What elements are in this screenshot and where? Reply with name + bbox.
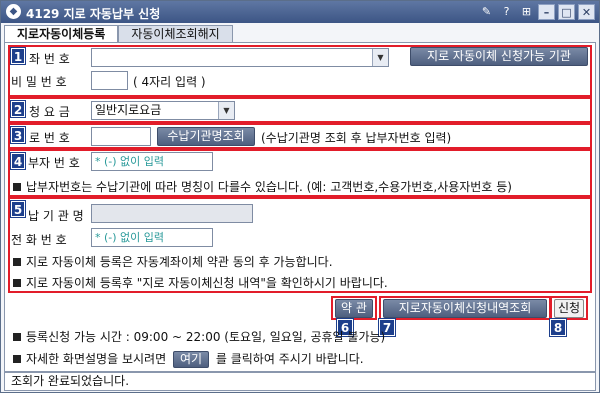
giro-number-input[interactable] — [91, 127, 151, 146]
submit-button[interactable]: 신청 — [554, 299, 584, 318]
payer-number-label: 부자 번 호 — [28, 156, 80, 170]
app-logo-icon: ◆ — [6, 4, 21, 19]
chevron-down-icon[interactable]: ▼ — [372, 49, 388, 66]
bullet-icon — [13, 333, 21, 341]
tab-giro-register[interactable]: 지로자동이체등록 — [4, 25, 119, 43]
history-inquiry-button[interactable]: 지로자동이체신청내역조회 — [383, 299, 547, 318]
window-title: 4129 지로 자동납부 신청 — [26, 7, 161, 21]
terms-consent-note: 지로 자동이체 등록은 자동계좌이체 약관 동의 후 가능합니다. — [13, 253, 333, 270]
window-controls: ✎ ? ⊞ – □ ✕ — [478, 4, 595, 20]
bullet-icon — [13, 355, 21, 363]
agency-name-label: 납 기 관 명 — [28, 209, 84, 223]
payer-number-input[interactable]: * (-) 없이 입력 — [91, 152, 213, 171]
chevron-down-icon[interactable]: ▼ — [218, 102, 234, 119]
password-input[interactable] — [91, 71, 128, 90]
hours-note: 등록신청 가능 시간 : 09:00 ~ 22:00 (토요일, 일요일, 공휴… — [13, 328, 385, 345]
history-check-note: 지로 자동이체 등록후 "지로 자동이체신청 내역"을 확인하시기 바랍니다. — [13, 274, 388, 291]
section-4-number: 4 — [10, 152, 26, 170]
section-3-number: 3 — [10, 126, 26, 144]
phone-number-label: 전 화 번 호 — [11, 233, 67, 247]
bullet-icon — [13, 279, 21, 287]
help-note: 자세한 화면설명을 보시려면 여기 를 클릭하여 주시기 바랍니다. — [13, 350, 364, 368]
form-panel: 1 좌 번 호 ▼ 지로 자동이체 신청가능 기관 비 밀 번 호 ( 4자리 … — [4, 42, 596, 372]
billing-type-label: 청 요 금 — [29, 105, 70, 119]
account-number-label: 좌 번 호 — [29, 52, 70, 66]
terms-button[interactable]: 약 관 — [335, 299, 373, 318]
bullet-icon — [13, 258, 21, 266]
tab-bar: 지로자동이체등록 자동이체조회해지 — [4, 25, 233, 43]
title-bar: ◆ 4129 지로 자동납부 신청 ✎ ? ⊞ – □ ✕ — [1, 1, 599, 23]
agency-name-input — [91, 204, 253, 223]
payer-number-note: 납부자번호는 수납기관에 따라 명칭이 다를수 있습니다. (예: 고객번호,수… — [13, 178, 512, 195]
close-button[interactable]: ✕ — [578, 4, 595, 20]
menu-icon[interactable]: ⊞ — [518, 4, 535, 20]
password-label: 비 밀 번 호 — [11, 75, 67, 89]
main-window: ◆ 4129 지로 자동납부 신청 ✎ ? ⊞ – □ ✕ 지로자동이체등록 자… — [0, 0, 600, 393]
maximize-button[interactable]: □ — [558, 4, 575, 20]
billing-type-select[interactable]: 일반지로요금 ▼ — [91, 101, 235, 120]
tab-autopay-inquiry[interactable]: 자동이체조회해지 — [118, 25, 233, 43]
phone-number-input[interactable]: * (-) 없이 입력 — [91, 228, 213, 247]
available-agencies-button[interactable]: 지로 자동이체 신청가능 기관 — [410, 47, 588, 66]
help-here-button[interactable]: 여기 — [172, 351, 210, 368]
giro-number-label: 로 번 호 — [29, 131, 70, 145]
section-5-number: 5 — [10, 200, 26, 218]
action-number-8: 8 — [549, 318, 567, 337]
help-icon[interactable]: ? — [498, 4, 515, 20]
minimize-button[interactable]: – — [538, 4, 555, 20]
pin-icon[interactable]: ✎ — [478, 4, 495, 20]
password-hint: ( 4자리 입력 ) — [133, 75, 206, 89]
bullet-icon — [13, 183, 21, 191]
giro-number-hint: (수납기관명 조회 후 납부자번호 입력) — [261, 131, 452, 145]
agency-lookup-button[interactable]: 수납기관명조회 — [157, 127, 255, 146]
section-1-number: 1 — [10, 47, 26, 65]
status-bar: 조회가 완료되었습니다. — [4, 372, 596, 391]
section-2-number: 2 — [10, 100, 26, 118]
account-number-select[interactable]: ▼ — [91, 48, 389, 67]
